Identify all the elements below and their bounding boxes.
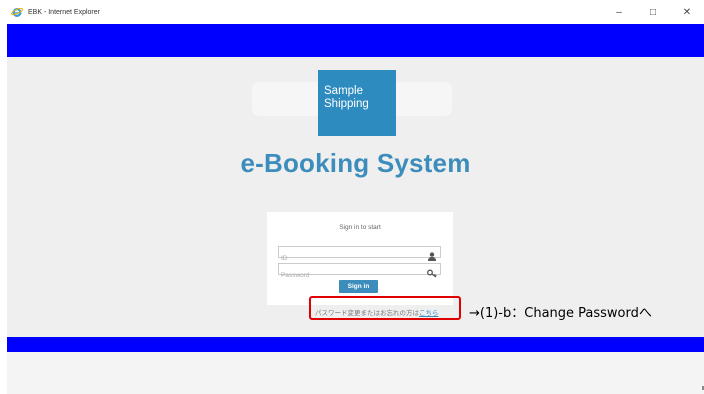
window-controls: – □ ✕	[602, 0, 704, 24]
top-header-band	[7, 24, 704, 57]
id-field[interactable]	[278, 246, 441, 264]
sign-in-button[interactable]: Sign in	[339, 280, 378, 293]
forgot-password-text: パスワード変更またはお忘れの方は	[315, 310, 419, 317]
internet-explorer-icon	[11, 6, 23, 18]
login-message: Sign in to start	[339, 224, 381, 231]
company-logo: Sample Shipping	[318, 70, 396, 136]
password-input[interactable]	[279, 270, 421, 281]
password-field[interactable]	[278, 263, 441, 281]
forgot-password-line: パスワード変更またはお忘れの方はこちら	[315, 307, 439, 317]
login-box: Sign in to start Sign in	[267, 212, 453, 305]
page-bottom-area	[7, 352, 704, 394]
window-titlebar: EBK - Internet Explorer – □ ✕	[0, 0, 704, 24]
logo-line-2: Shipping	[324, 98, 369, 110]
close-button[interactable]: ✕	[670, 0, 704, 24]
maximize-button[interactable]: □	[636, 0, 670, 24]
window-title: EBK - Internet Explorer	[28, 8, 100, 16]
app-title: e-Booking System	[240, 148, 471, 178]
minimize-button[interactable]: –	[602, 0, 636, 24]
key-icon	[427, 265, 437, 278]
forgot-password-link[interactable]: こちら	[419, 310, 439, 317]
page-content: Sample Shipping e-Booking System Sign in…	[7, 24, 704, 394]
id-input[interactable]	[279, 253, 421, 264]
user-icon	[427, 248, 437, 261]
annotation-note: →(1)-b：Change Passwordへ	[469, 306, 652, 321]
bottom-footer-band	[7, 337, 704, 352]
logo-line-1: Sample	[324, 85, 363, 97]
